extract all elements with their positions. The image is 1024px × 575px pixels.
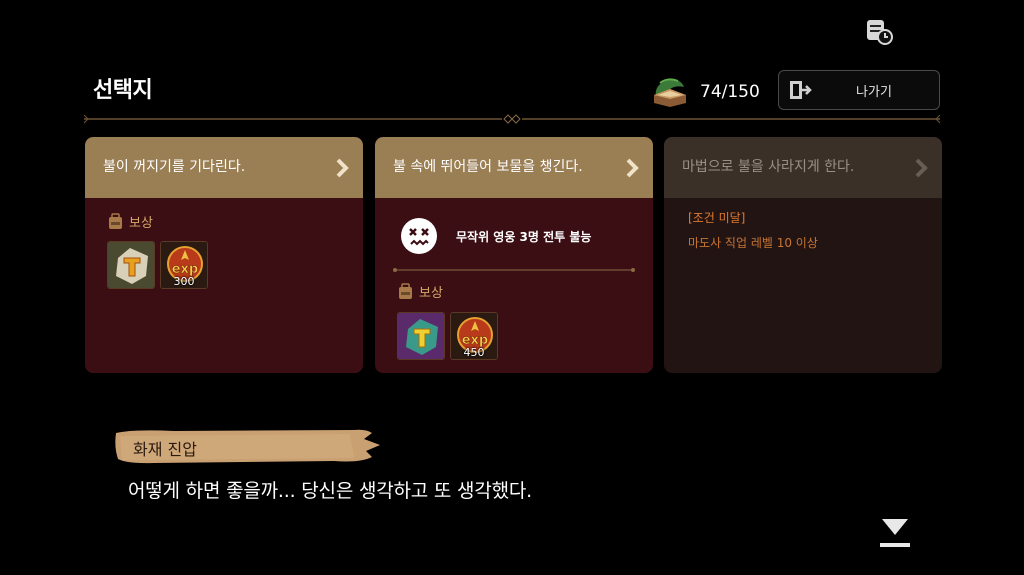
next-arrow-icon[interactable] <box>877 515 913 553</box>
backpack-icon <box>109 213 122 229</box>
header-divider <box>84 114 940 124</box>
condition-title: [조건 미달] <box>688 211 746 225</box>
stamina-value: 74/150 <box>700 82 760 102</box>
inner-divider <box>393 268 635 272</box>
speaker-name: 화재 진압 <box>133 440 197 459</box>
choice-1-label: 불이 꺼지기를 기다린다. <box>103 159 246 175</box>
reward-item-rune[interactable] <box>107 241 155 289</box>
choice-card-2[interactable]: 불 속에 뛰어들어 보물을 챙긴다. 무작위 영웅 3명 전투 불능 보상 ex… <box>375 137 653 373</box>
page-title: 선택지 <box>93 78 153 103</box>
choice-2-label: 불 속에 뛰어들어 보물을 챙긴다. <box>393 159 583 175</box>
reward-item-exp[interactable]: exp 300 <box>160 241 208 289</box>
backpack-icon <box>399 283 412 299</box>
rune-t-icon <box>108 242 154 288</box>
chevron-right-icon <box>336 158 349 178</box>
choice-card-1[interactable]: 불이 꺼지기를 기다린다. 보상 exp 300 <box>85 137 363 373</box>
knocked-out-face-icon <box>401 218 437 254</box>
book-stamina-icon <box>654 78 686 107</box>
reward-label-text: 보상 <box>129 216 153 231</box>
rune-t-purple-icon <box>398 313 444 359</box>
dialogue-text: 어떻게 하면 좋을까... 당신은 생각하고 또 생각했다. <box>128 480 532 502</box>
item-count: 450 <box>463 346 485 359</box>
penalty-text: 무작위 영웅 3명 전투 불능 <box>456 229 592 244</box>
choice-1-button[interactable]: 불이 꺼지기를 기다린다. <box>85 137 363 198</box>
reward-label: 보상 <box>397 282 443 301</box>
log-history-icon[interactable] <box>864 16 894 46</box>
choice-3-button: 마법으로 불을 사라지게 한다. <box>664 137 942 198</box>
chevron-right-icon <box>626 158 639 178</box>
item-count: 300 <box>173 275 195 288</box>
reward-item-exp[interactable]: exp 450 <box>450 312 498 360</box>
exit-label: 나가기 <box>856 84 892 100</box>
reward-label-text: 보상 <box>419 286 443 301</box>
choice-3-label: 마법으로 불을 사라지게 한다. <box>682 159 855 175</box>
choice-card-3: 마법으로 불을 사라지게 한다. [조건 미달] 마도사 직업 레벨 10 이상 <box>664 137 942 373</box>
penalty-row: 무작위 영웅 3명 전투 불능 <box>400 217 591 255</box>
condition-text: 마도사 직업 레벨 10 이상 <box>688 236 818 250</box>
reward-label: 보상 <box>107 212 153 231</box>
reward-item-rune[interactable] <box>397 312 445 360</box>
choice-2-button[interactable]: 불 속에 뛰어들어 보물을 챙긴다. <box>375 137 653 198</box>
chevron-right-icon <box>915 158 928 178</box>
stamina-counter: 74/150 <box>650 74 760 110</box>
exit-button[interactable]: 나가기 <box>778 70 940 110</box>
